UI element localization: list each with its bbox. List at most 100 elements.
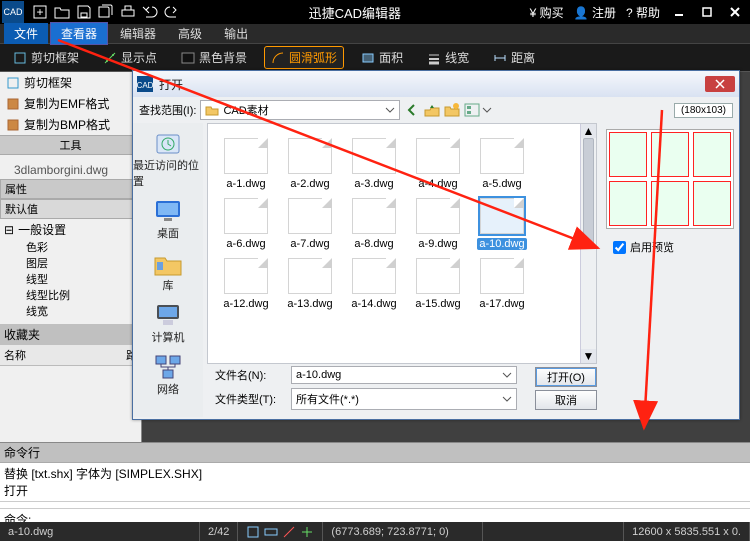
print-icon[interactable] <box>120 4 136 20</box>
prop-ltscale[interactable]: 线型比例 <box>0 288 141 304</box>
look-in-combo[interactable]: CAD素材 <box>200 100 400 120</box>
file-item[interactable]: a-14.dwg <box>343 258 405 310</box>
file-item[interactable]: a-1.dwg <box>215 138 277 190</box>
file-thumb-icon <box>480 258 524 294</box>
tool-area[interactable]: 面积 <box>354 46 410 69</box>
file-item[interactable]: a-12.dwg <box>215 258 277 310</box>
status-toggle-group[interactable] <box>238 522 323 541</box>
tool-lineweight[interactable]: 线宽 <box>420 46 476 69</box>
place-network[interactable]: 网络 <box>153 353 183 397</box>
preview-pane: 启用预览 <box>601 123 739 417</box>
open-icon[interactable] <box>54 4 70 20</box>
tool-crop-frame[interactable]: 剪切框架 <box>6 46 86 69</box>
file-thumb-icon <box>352 258 396 294</box>
place-desktop[interactable]: 桌面 <box>153 197 183 241</box>
fav-col-name: 名称 <box>4 347 26 363</box>
file-item[interactable]: a-4.dwg <box>407 138 469 190</box>
file-name: a-2.dwg <box>290 178 329 190</box>
util-group-label: 工具 <box>0 135 141 155</box>
enable-preview-input[interactable] <box>613 241 626 254</box>
file-item[interactable]: a-13.dwg <box>279 258 341 310</box>
file-item[interactable]: a-6.dwg <box>215 198 277 250</box>
prop-linetype[interactable]: 线型 <box>0 272 141 288</box>
model-item[interactable]: 3dlamborgini.dwg <box>0 161 141 179</box>
scroll-up-icon[interactable]: ▲ <box>581 124 596 138</box>
file-listview[interactable]: a-1.dwg a-2.dwg a-3.dwga-4.dwg a-5.dwg a-6.d… <box>207 123 597 364</box>
tool-black-bg[interactable]: 黑色背景 <box>174 46 254 69</box>
place-computer[interactable]: 计算机 <box>152 301 185 345</box>
menu-advanced[interactable]: 高级 <box>168 23 212 44</box>
undo-icon[interactable] <box>142 4 158 20</box>
file-item[interactable]: a-9.dwg <box>407 198 469 250</box>
new-folder-icon[interactable] <box>444 102 460 118</box>
filetype-combo[interactable]: 所有文件(*.*) <box>291 388 517 410</box>
prop-layer[interactable]: 图层 <box>0 256 141 272</box>
svg-text:CAD: CAD <box>137 81 153 90</box>
back-icon[interactable] <box>404 102 420 118</box>
general-header[interactable]: ⊟ 一般设置 <box>0 219 141 240</box>
place-library[interactable]: 库 <box>153 249 183 293</box>
new-icon[interactable]: + <box>32 4 48 20</box>
up-icon[interactable] <box>424 102 440 118</box>
dialog-app-icon: CAD <box>137 76 153 92</box>
tool-distance[interactable]: 距离 <box>486 46 542 69</box>
file-thumb-icon <box>224 138 268 174</box>
open-button[interactable]: 打开(O) <box>535 367 597 387</box>
scroll-down-icon[interactable]: ▼ <box>581 349 596 363</box>
chevron-down-icon <box>502 370 512 380</box>
close-button[interactable] <box>726 5 744 19</box>
save-icon[interactable] <box>76 4 92 20</box>
file-scrollbar[interactable]: ▲ ▼ <box>580 124 596 363</box>
file-thumb-icon <box>288 198 332 234</box>
file-name: a-9.dwg <box>418 238 457 250</box>
chevron-down-icon <box>385 105 395 115</box>
maximize-button[interactable] <box>698 5 716 19</box>
tool-show-points[interactable]: 显示点 <box>96 46 164 69</box>
defaults-header: 默认值 <box>0 199 141 219</box>
tool-smooth-arc[interactable]: 圆滑弧形 <box>264 46 344 69</box>
saveall-icon[interactable] <box>98 4 114 20</box>
file-item[interactable]: a-10.dwg <box>471 198 533 250</box>
util-copy-emf[interactable]: 复制为EMF格式 <box>0 93 141 114</box>
prop-lineweight[interactable]: 线宽 <box>0 304 141 320</box>
dialog-titlebar[interactable]: CAD 打开 <box>133 71 739 97</box>
menu-output[interactable]: 输出 <box>214 23 258 44</box>
file-name: a-15.dwg <box>415 298 460 310</box>
scroll-thumb[interactable] <box>583 138 594 248</box>
prop-color[interactable]: 色彩 <box>0 240 141 256</box>
util-crop-frame[interactable]: 剪切框架 <box>0 72 141 93</box>
util-copy-bmp[interactable]: 复制为BMP格式 <box>0 114 141 135</box>
menu-editor[interactable]: 编辑器 <box>110 23 166 44</box>
file-name: a-5.dwg <box>482 178 521 190</box>
props-header: 属性 <box>0 179 141 199</box>
help-link[interactable]: ? 帮助 <box>626 4 660 21</box>
filename-combo[interactable]: a-10.dwg <box>291 366 517 384</box>
buy-link[interactable]: ¥ 购买 <box>530 4 564 21</box>
file-item[interactable]: a-8.dwg <box>343 198 405 250</box>
cancel-button[interactable]: 取消 <box>535 390 597 410</box>
enable-preview-checkbox[interactable]: 启用预览 <box>613 239 674 255</box>
file-item[interactable]: a-17.dwg <box>471 258 533 310</box>
file-name: a-10.dwg <box>477 238 526 250</box>
dialog-close-button[interactable] <box>705 76 735 92</box>
menu-viewer[interactable]: 查看器 <box>50 22 108 45</box>
preview-thumbnail <box>606 129 734 229</box>
register-link[interactable]: 👤 注册 <box>574 4 616 21</box>
redo-icon[interactable] <box>164 4 180 20</box>
command-header: 命令行 <box>0 443 750 463</box>
file-item[interactable]: a-2.dwg <box>279 138 341 190</box>
file-item[interactable]: a-15.dwg <box>407 258 469 310</box>
file-name: a-14.dwg <box>351 298 396 310</box>
minimize-button[interactable] <box>670 5 688 19</box>
view-menu-icon[interactable] <box>464 102 492 118</box>
file-item[interactable]: a-7.dwg <box>279 198 341 250</box>
left-sidebar: 剪切框架 复制为EMF格式 复制为BMP格式 工具 3dlamborgini.d… <box>0 72 142 442</box>
file-item[interactable]: a-5.dwg <box>471 138 533 190</box>
app-icon: CAD <box>2 1 24 23</box>
place-recent[interactable]: 最近访问的位置 <box>133 129 203 189</box>
file-name: a-17.dwg <box>479 298 524 310</box>
file-thumb-icon <box>224 258 268 294</box>
status-extents: 12600 x 5835.551 x 0. <box>624 522 750 541</box>
file-item[interactable]: a-3.dwg <box>343 138 405 190</box>
menu-file[interactable]: 文件 <box>4 23 48 44</box>
